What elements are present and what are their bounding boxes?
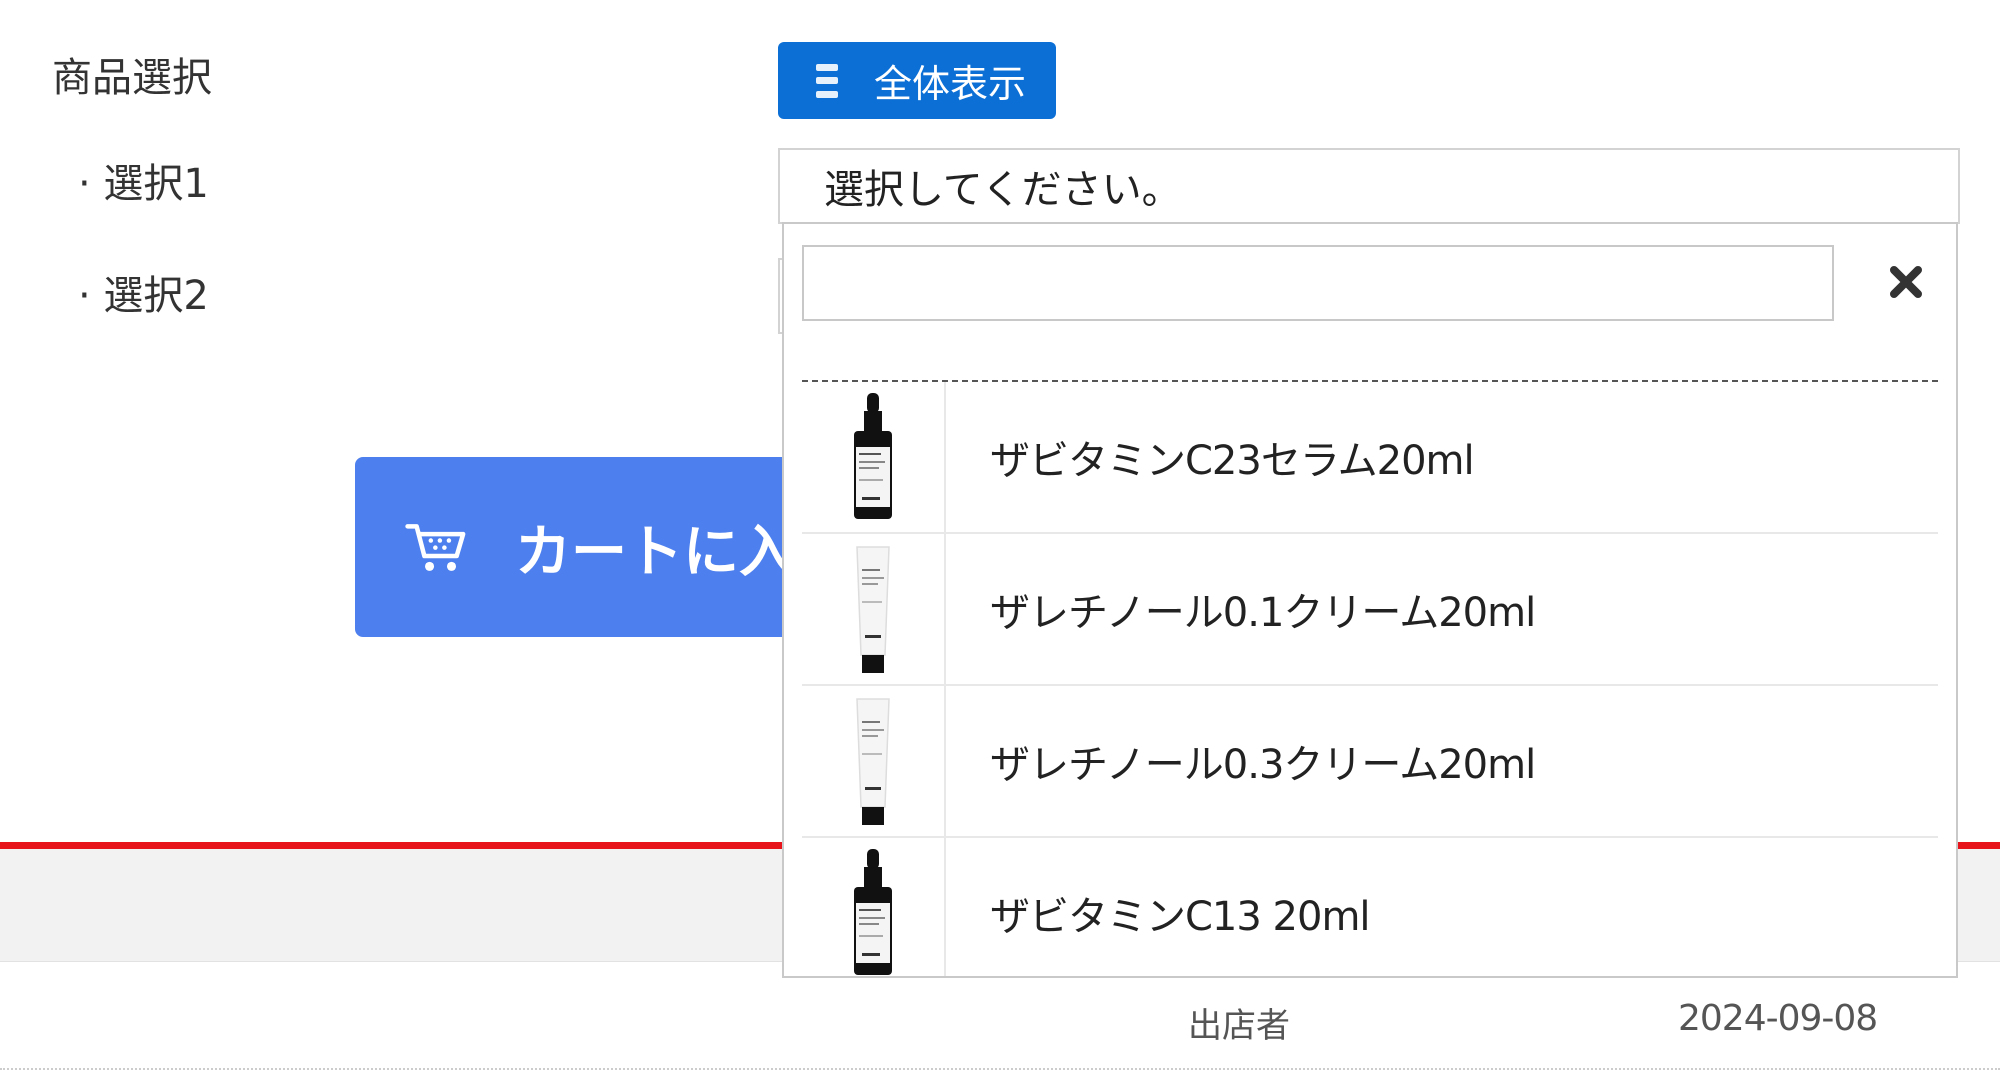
- option-label: ザビタミンC23セラム20ml: [990, 438, 1475, 484]
- select1-options-panel: ザビタミンC23セラム20ml ザレチノール0.1クリーム20ml ザレチノール…: [782, 222, 1958, 978]
- full-view-button-label: 全体表示: [874, 62, 1027, 106]
- product-thumbnail: [802, 382, 946, 532]
- options-search-input[interactable]: [802, 245, 1834, 321]
- option-label: ザレチノール0.3クリーム20ml: [990, 742, 1536, 788]
- close-icon[interactable]: [1884, 260, 1928, 304]
- option-item[interactable]: ザビタミンC13 20ml: [802, 838, 1938, 976]
- select1-label: · 選択1: [78, 161, 209, 207]
- option-label: ザビタミンC13 20ml: [990, 894, 1371, 940]
- full-view-button[interactable]: 全体表示: [778, 42, 1056, 119]
- cart-icon: [405, 524, 466, 571]
- product-thumbnail: [802, 534, 946, 684]
- option-item[interactable]: ザビタミンC23セラム20ml: [802, 382, 1938, 534]
- options-list: ザビタミンC23セラム20ml ザレチノール0.1クリーム20ml ザレチノール…: [802, 382, 1938, 976]
- option-label: ザレチノール0.1クリーム20ml: [990, 590, 1536, 636]
- add-to-cart-label: カートに入: [515, 519, 795, 585]
- posted-date: 2024-09-08: [1678, 998, 1878, 1039]
- list-icon: [816, 63, 838, 98]
- option-item[interactable]: ザレチノール0.1クリーム20ml: [802, 534, 1938, 686]
- option-item[interactable]: ザレチノール0.3クリーム20ml: [802, 686, 1938, 838]
- select2-label: · 選択2: [78, 273, 209, 319]
- add-to-cart-button[interactable]: カートに入: [355, 457, 795, 637]
- product-thumbnail: [802, 686, 946, 836]
- select1-dropdown[interactable]: 選択してください。: [778, 148, 1960, 224]
- product-select-title: 商品選択: [52, 55, 212, 101]
- select1-value: 選択してください。: [824, 167, 1182, 213]
- seller-label: 出店者: [1188, 1006, 1290, 1046]
- product-thumbnail: [802, 838, 946, 976]
